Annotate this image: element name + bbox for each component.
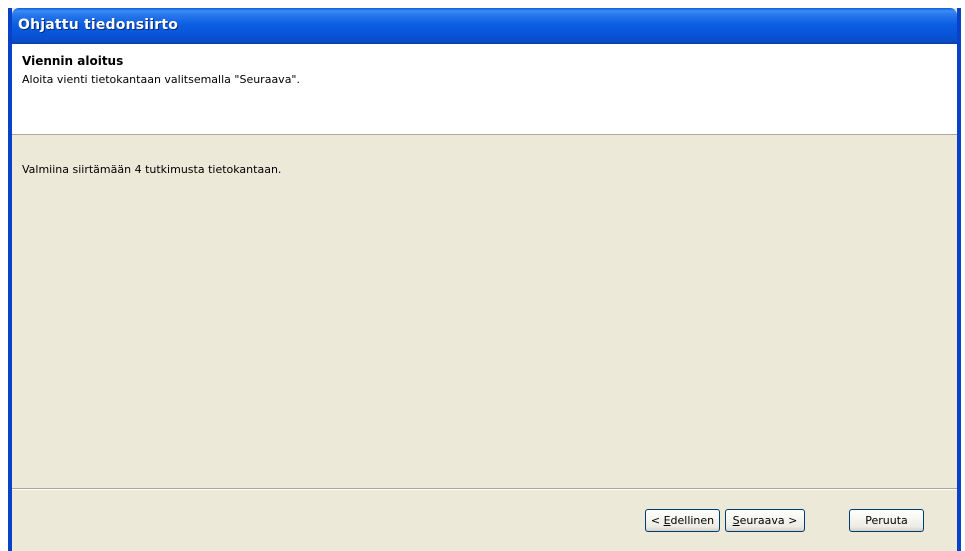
back-button[interactable]: < Edellinen [645,509,720,532]
status-message: Valmiina siirtämään 4 tutkimusta tietoka… [22,163,282,176]
back-button-prefix: < [650,514,664,527]
step-subtitle: Aloita vienti tietokantaan valitsemalla … [22,73,300,86]
next-button-mnemonic: S [732,514,740,527]
wizard-header: Viennin aloitus Aloita vienti tietokanta… [12,44,957,135]
wizard-window: Ohjattu tiedonsiirto Viennin aloitus Alo… [8,8,961,551]
title-bar[interactable]: Ohjattu tiedonsiirto [12,8,957,44]
back-button-label: dellinen [670,514,715,527]
step-title: Viennin aloitus [22,54,124,68]
cancel-button[interactable]: Peruuta [849,509,924,532]
back-button-mnemonic: E [663,514,671,527]
next-button-label: euraava > [739,514,798,527]
window-title: Ohjattu tiedonsiirto [18,17,179,33]
next-button[interactable]: Seuraava > [725,509,805,532]
cancel-button-label: Peruuta [865,514,908,527]
button-separator [12,488,957,490]
